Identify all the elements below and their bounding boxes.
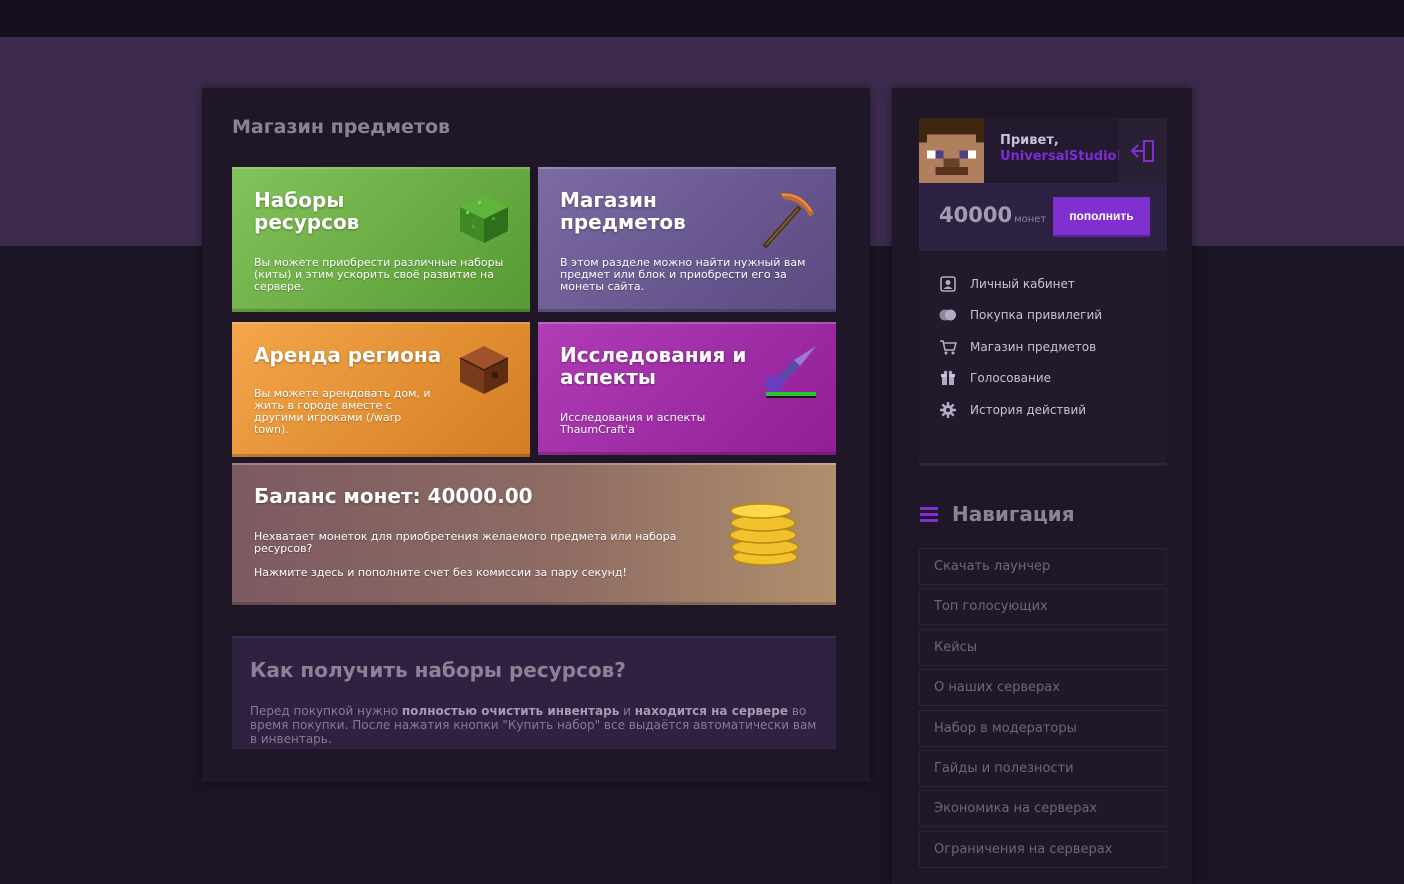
tile-description: Вы можете арендовать дом, и жить в город…: [254, 387, 431, 436]
coins-amount: 40000 монет: [939, 203, 1047, 227]
menu-item-shop[interactable]: Магазин предметов: [939, 331, 1102, 363]
top-bar: [0, 0, 1404, 37]
menu-item-label: Покупка привилегий: [970, 308, 1103, 323]
page-title: Магазин предметов: [232, 116, 451, 138]
tile-description: Исследования и аспекты ThaumCraft'a: [560, 411, 706, 436]
nav-item-cases[interactable]: Кейсы: [919, 628, 1167, 666]
nav-item-top-voters[interactable]: Топ голосующих: [919, 588, 1167, 626]
menu-item-label: Личный кабинет: [970, 276, 1075, 291]
kits-info-box: Как получить наборы ресурсов? Перед поку…: [232, 636, 836, 749]
tile-title: Магазин предметов: [560, 188, 686, 234]
info-text: Перед покупкой нужно полностью очистить …: [250, 704, 817, 746]
menu-item-label: Магазин предметов: [970, 339, 1097, 354]
account-menu: Личный кабинет Покупка привилегий Магази…: [939, 268, 1102, 426]
coins-unit: монет: [1014, 214, 1047, 225]
cart-icon: [939, 338, 957, 356]
avatar: [919, 118, 984, 183]
menu-icon: [920, 504, 938, 525]
nav-item-about-servers[interactable]: О наших серверах: [919, 669, 1167, 707]
grass-block-icon: [460, 195, 508, 243]
gold-coins-icon: [729, 503, 799, 566]
menu-item-label: Голосование: [970, 371, 1052, 386]
nav-heading: Навигация: [920, 502, 1075, 526]
balance-hint: Нехватает монеток для приобретения желае…: [254, 530, 677, 555]
balance-cta: Нажмите здесь и пополните счет без комис…: [254, 566, 627, 579]
menu-item-privileges[interactable]: Покупка привилегий: [939, 300, 1102, 332]
tile-title: Исследования и аспекты: [560, 343, 747, 389]
username: UniversalStudio!: [1000, 149, 1123, 164]
logout-icon: [1130, 139, 1154, 162]
nav-item-restrictions[interactable]: Ограничения на серверах: [919, 830, 1167, 868]
nav-item-launcher[interactable]: Скачать лаунчер: [919, 548, 1167, 585]
tile-title: Наборы ресурсов: [254, 188, 360, 234]
coins-icon: [939, 306, 957, 324]
menu-item-label: История действий: [970, 402, 1087, 417]
tile-description: Вы можете приобрести различные наборы (к…: [254, 256, 504, 293]
topup-button[interactable]: пополнить: [1053, 197, 1150, 235]
gift-icon: [939, 369, 957, 387]
nav-item-moderator-recruitment[interactable]: Набор в модераторы: [919, 709, 1167, 747]
user-header: Привет, UniversalStudio!: [919, 118, 1167, 183]
menu-item-voting[interactable]: Голосование: [939, 363, 1102, 395]
nav-list: Скачать лаунчер Топ голосующих Кейсы О н…: [919, 548, 1167, 871]
balance-topup-banner[interactable]: Баланс монет: 40000.00 Нехватает монеток…: [232, 463, 836, 605]
tile-description: В этом разделе можно найти нужный вам пр…: [560, 256, 806, 293]
nav-item-economy[interactable]: Экономика на серверах: [919, 790, 1167, 828]
tile-item-shop[interactable]: Магазин предметов В этом разделе можно н…: [538, 167, 836, 312]
profile-icon: [939, 275, 957, 293]
crate-icon: [459, 346, 509, 394]
greeting: Привет, UniversalStudio!: [1000, 133, 1123, 164]
logout-button[interactable]: [1119, 118, 1167, 183]
thaumcraft-tool-icon: [765, 346, 816, 398]
tile-region-rent[interactable]: Аренда региона Вы можете арендовать дом,…: [232, 322, 530, 457]
menu-item-profile[interactable]: Личный кабинет: [939, 268, 1102, 300]
user-card: Привет, UniversalStudio! 40000 монет попол…: [919, 118, 1167, 466]
menu-item-history[interactable]: История действий: [939, 394, 1102, 426]
balance-title: Баланс монет: 40000.00: [254, 484, 533, 508]
pickaxe-icon: [762, 192, 814, 249]
gear-icon: [939, 401, 957, 419]
shop-panel: Магазин предметов Наборы ресурсов Вы мож…: [202, 88, 870, 782]
nav-item-guides[interactable]: Гайды и полезности: [919, 749, 1167, 787]
info-title: Как получить наборы ресурсов?: [250, 658, 626, 682]
balance-bar: 40000 монет пополнить: [919, 183, 1167, 251]
sidebar: Привет, UniversalStudio! 40000 монет попол…: [892, 88, 1192, 884]
tile-research[interactable]: Исследования и аспекты Исследования и ас…: [538, 322, 836, 455]
tile-resource-kits[interactable]: Наборы ресурсов Вы можете приобрести раз…: [232, 167, 530, 312]
